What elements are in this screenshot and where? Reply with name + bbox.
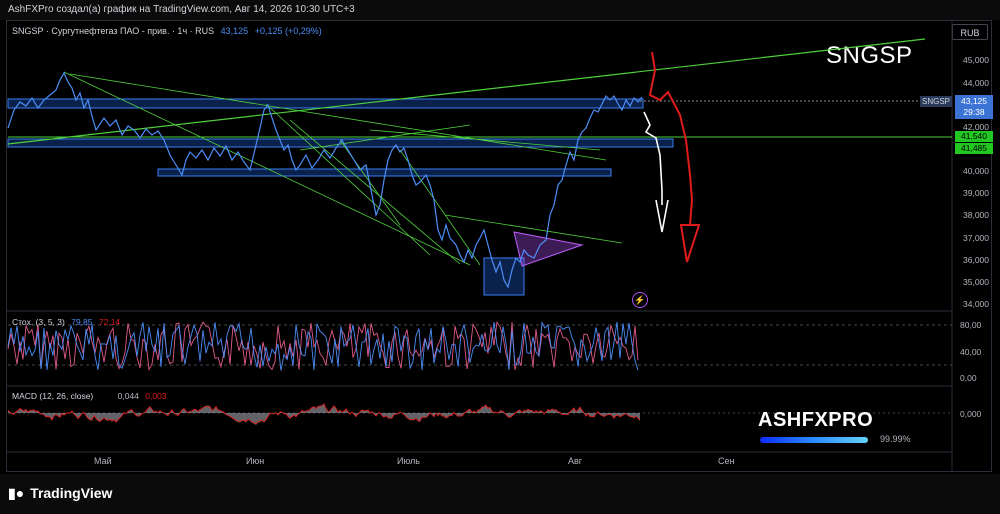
price-axis-label: 36,000 xyxy=(963,255,989,265)
stoch-axis-label: 40,00 xyxy=(960,347,982,357)
bar-countdown: 29:38 xyxy=(963,107,985,117)
brand-progress-value: 99.99% xyxy=(880,434,911,444)
tradingview-logo-icon: ▮● xyxy=(8,485,25,501)
price-axis-label: 39,000 xyxy=(963,188,989,198)
price-axis-label: 38,000 xyxy=(963,210,989,220)
stoch-legend[interactable]: Стох. (3, 5, 3) 79,85 72,14 xyxy=(12,317,120,327)
fan-line[interactable] xyxy=(399,149,481,266)
footer-bar xyxy=(0,474,1000,514)
current-price-value: 43,125 xyxy=(961,96,987,106)
time-axis-label: Май xyxy=(94,456,112,466)
macd-axis-label: 0,000 xyxy=(960,409,982,419)
level-price-tag: 41,485 xyxy=(955,143,993,154)
stoch-title: Стох. (3, 5, 3) xyxy=(12,317,65,327)
macd-histogram[interactable] xyxy=(8,403,640,425)
price-axis-label: 37,000 xyxy=(963,233,989,243)
brand-progress-bar xyxy=(760,437,868,443)
lightning-alert-icon[interactable]: ⚡ xyxy=(632,292,648,308)
brand-watermark: ASHFXPRO xyxy=(758,409,874,431)
tradingview-logo[interactable]: ▮● TradingView xyxy=(8,485,112,502)
stoch-axis-label: 0,00 xyxy=(960,373,977,383)
bottom-zone[interactable] xyxy=(483,257,525,296)
stoch-k-value: 79,85 xyxy=(71,317,93,327)
time-axis-label: Июль xyxy=(397,456,420,466)
price-axis-label: 44,000 xyxy=(963,78,989,88)
triangle-pattern[interactable] xyxy=(513,231,584,267)
level-price-tag: 41,540 xyxy=(955,131,993,142)
macd-legend[interactable]: MACD (12, 26, close) 0,044 0,003 xyxy=(12,391,167,401)
time-axis-label: Сен xyxy=(718,456,735,466)
current-price-tag: 43,125 29:38 xyxy=(955,95,993,119)
price-axis-label: 35,000 xyxy=(963,277,989,287)
macd-value: 0,044 xyxy=(117,391,139,401)
tradingview-logo-text: TradingView xyxy=(30,485,113,501)
stoch-d-line[interactable] xyxy=(7,320,639,371)
price-axis-label: 34,000 xyxy=(963,299,989,309)
macd-signal-value: 0,003 xyxy=(145,391,167,401)
stoch-d-value: 72,14 xyxy=(98,317,121,327)
bearish-arrow-head[interactable] xyxy=(679,224,701,263)
stoch-axis-label: 80,00 xyxy=(960,320,982,330)
uptrend-line[interactable] xyxy=(7,38,926,145)
primary-projection-path[interactable] xyxy=(643,111,663,205)
price-axis-label: 40,000 xyxy=(963,166,989,176)
time-axis-label: Июн xyxy=(246,456,265,466)
resistance-zone[interactable] xyxy=(7,98,644,109)
symbol-price-tag: SNGSP xyxy=(920,96,952,107)
stoch-k-line[interactable] xyxy=(7,321,639,371)
time-axis-label: Авг xyxy=(568,456,583,466)
macd-title: MACD (12, 26, close) xyxy=(12,391,94,401)
price-axis-label: 45,000 xyxy=(963,55,989,65)
